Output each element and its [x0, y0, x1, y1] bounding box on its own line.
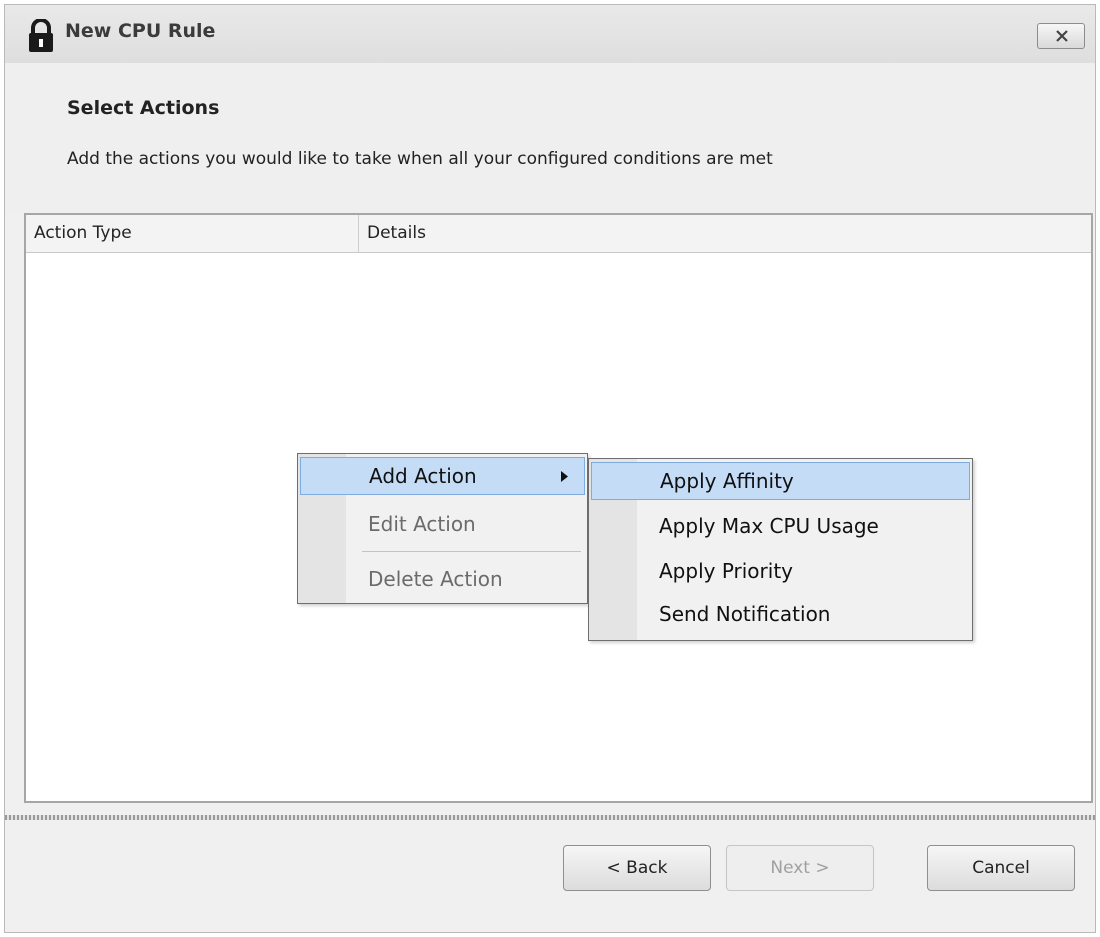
cancel-button[interactable]: Cancel	[927, 845, 1075, 891]
lock-icon	[27, 18, 55, 53]
close-x-icon	[1056, 30, 1068, 42]
submenu-item-label: Apply Affinity	[660, 469, 794, 493]
submenu-item-apply-max-cpu-usage[interactable]: Apply Max CPU Usage	[591, 508, 970, 546]
menu-item-label: Add Action	[369, 464, 477, 488]
window-title: New CPU Rule	[65, 20, 216, 42]
submenu-item-label: Send Notification	[659, 602, 831, 626]
back-button[interactable]: < Back	[563, 845, 711, 891]
menu-item-label: Delete Action	[368, 567, 503, 591]
title-bar: New CPU Rule	[5, 5, 1095, 63]
menu-item-edit-action[interactable]: Edit Action	[300, 506, 585, 544]
submenu-item-label: Apply Priority	[659, 559, 794, 583]
submenu-item-send-notification[interactable]: Send Notification	[591, 596, 970, 634]
page-description: Add the actions you would like to take w…	[67, 149, 773, 169]
menu-item-label: Edit Action	[368, 512, 476, 536]
footer-divider	[5, 815, 1095, 820]
list-header: Action Type Details	[26, 215, 1091, 253]
menu-item-add-action[interactable]: Add Action	[300, 457, 585, 495]
column-header-action-type[interactable]: Action Type	[26, 215, 359, 252]
page-title: Select Actions	[67, 97, 220, 119]
submenu: Apply Affinity Apply Max CPU Usage Apply…	[588, 458, 973, 641]
submenu-item-apply-affinity[interactable]: Apply Affinity	[591, 462, 970, 500]
menu-separator	[362, 551, 581, 552]
submenu-item-label: Apply Max CPU Usage	[659, 514, 879, 538]
submenu-arrow-icon	[561, 471, 568, 482]
menu-item-delete-action[interactable]: Delete Action	[300, 561, 585, 599]
close-button[interactable]	[1037, 23, 1085, 49]
context-menu: Add Action Edit Action Delete Action	[297, 453, 588, 604]
submenu-item-apply-priority[interactable]: Apply Priority	[591, 553, 970, 591]
wizard-header: Select Actions Add the actions you would…	[5, 63, 1095, 213]
next-button[interactable]: Next >	[726, 845, 874, 891]
column-header-details[interactable]: Details	[359, 215, 1089, 252]
